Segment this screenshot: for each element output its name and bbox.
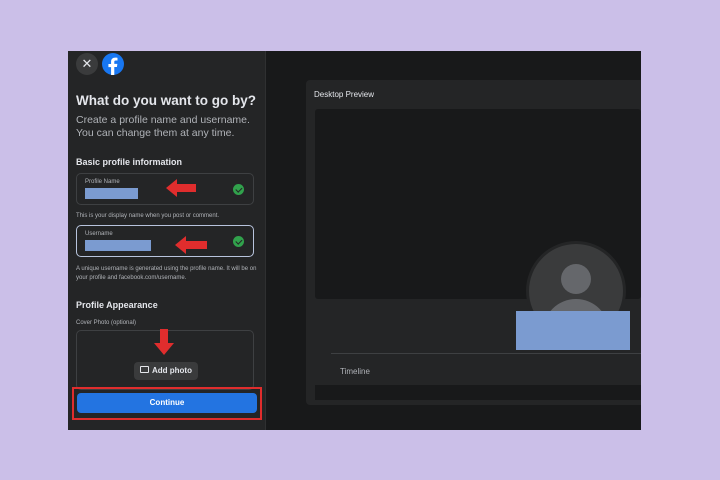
username-hint: A unique username is generated using the…	[76, 266, 257, 281]
add-photo-button[interactable]: Add photo	[134, 362, 198, 380]
red-arrow-down-icon	[154, 329, 174, 355]
profile-setup-panel: ✕ What do you want to go by? Create a pr…	[68, 51, 266, 430]
profile-name-hint: This is your display name when you post …	[76, 213, 220, 219]
desktop-preview-title: Desktop Preview	[314, 90, 375, 99]
page-subtitle: Create a profile name and username. You …	[76, 114, 250, 139]
timeline-tab: Timeline	[340, 367, 370, 376]
facebook-logo-icon	[102, 53, 124, 75]
red-arrow-left-icon	[175, 236, 207, 254]
username-label: Username	[85, 231, 113, 237]
preview-area: Desktop Preview Timeline	[266, 51, 641, 430]
profile-name-field[interactable]: Profile Name	[76, 173, 254, 205]
cover-photo-label: Cover Photo (optional)	[76, 320, 137, 326]
close-icon[interactable]: ✕	[76, 53, 98, 75]
basic-info-heading: Basic profile information	[76, 157, 183, 167]
desktop-preview-panel: Desktop Preview Timeline	[306, 80, 641, 405]
username-field[interactable]: Username	[76, 225, 254, 257]
profile-name-preview-redacted	[516, 311, 630, 350]
profile-name-value-redacted	[85, 188, 138, 199]
profile-name-label: Profile Name	[85, 179, 120, 185]
username-value-redacted	[85, 240, 151, 251]
add-photo-label: Add photo	[152, 366, 192, 375]
photo-icon	[140, 366, 149, 374]
app-window: ✕ What do you want to go by? Create a pr…	[68, 51, 641, 430]
appearance-heading: Profile Appearance	[76, 300, 158, 310]
check-icon	[233, 236, 244, 247]
divider	[331, 353, 641, 354]
preview-content-strip	[315, 385, 641, 400]
page-title: What do you want to go by?	[76, 93, 256, 108]
red-arrow-left-icon	[166, 179, 196, 197]
continue-button[interactable]: Continue	[77, 393, 257, 413]
check-icon	[233, 184, 244, 195]
